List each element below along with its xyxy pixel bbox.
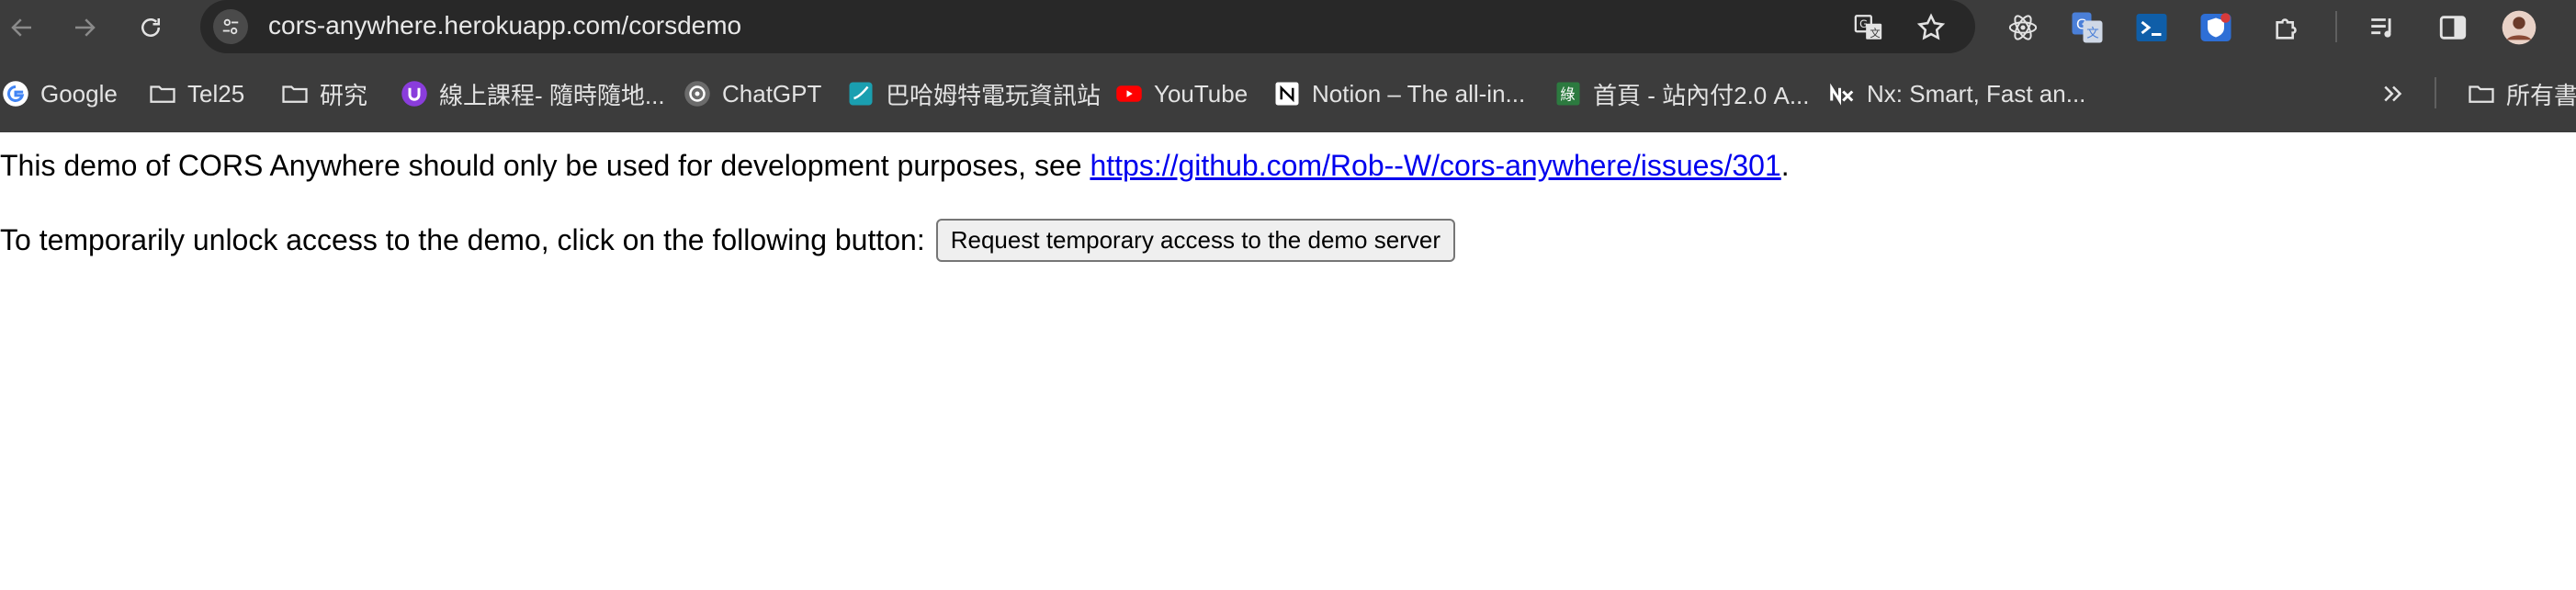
folder-icon (149, 80, 176, 108)
translate-button[interactable]: G文 (1848, 7, 1889, 48)
toolbar-divider (2335, 11, 2337, 42)
notice-paragraph: This demo of CORS Anywhere should only b… (0, 149, 1790, 183)
bookmark-label: Tel25 (187, 79, 245, 108)
bookmarks-bar: Google Tel25 研究 線上課程- 隨時隨地... ChatGPT 巴哈… (0, 55, 2576, 133)
profile-avatar (2502, 10, 2536, 45)
side-panel-button[interactable] (2433, 7, 2473, 48)
bookmark-item[interactable]: 綠 首頁 - 站內付2.0 A... (1554, 74, 1810, 114)
svg-text:綠: 綠 (1560, 85, 1575, 103)
arrow-right-icon (75, 18, 96, 37)
side-panel-icon (2439, 16, 2467, 40)
unlock-text: To temporarily unlock access to the demo… (0, 223, 925, 256)
bookmarks-overflow-button[interactable] (2379, 74, 2407, 114)
bookmarks-divider (2435, 77, 2436, 108)
bahamut-icon (847, 80, 875, 108)
bookmark-item[interactable]: ChatGPT (684, 74, 821, 114)
star-icon (1916, 13, 1946, 40)
arrow-left-icon (11, 18, 31, 37)
bookmark-label: ChatGPT (722, 79, 822, 108)
terminal-extension-button[interactable] (2131, 7, 2172, 48)
reload-button[interactable] (132, 9, 169, 46)
bookmark-star-button[interactable] (1911, 7, 1951, 48)
tune-icon (222, 18, 239, 35)
extensions-button[interactable] (2267, 7, 2308, 48)
bookmark-label: 研究 (320, 81, 368, 109)
translate-icon: G文 (1854, 15, 1882, 40)
profile-button[interactable] (2499, 7, 2539, 48)
terminal-icon (2136, 14, 2167, 41)
bookmark-item[interactable]: Google (2, 74, 118, 114)
bookmark-label: Google (40, 79, 118, 108)
browser-toolbar: cors-anywhere.herokuapp.com/corsdemo G文 … (0, 0, 2576, 55)
all-bookmarks-label: 所有書 (2506, 81, 2576, 109)
bookmark-label: YouTube (1154, 79, 1248, 108)
chevron-double-right-icon (2379, 80, 2407, 108)
bookmark-item[interactable]: Nx: Smart, Fast an... (1828, 74, 2085, 114)
bookmark-label: Notion – The all-in... (1312, 79, 1526, 108)
react-devtools-button[interactable] (2003, 7, 2043, 48)
address-bar[interactable]: cors-anywhere.herokuapp.com/corsdemo G文 (200, 0, 1975, 53)
puzzle-extensions-icon (2276, 18, 2297, 40)
bookmark-item[interactable]: 巴哈姆特電玩資訊站 (847, 74, 1101, 114)
youtube-icon (1115, 80, 1143, 108)
nx-icon (1828, 80, 1856, 108)
back-button[interactable] (4, 9, 40, 46)
all-bookmarks-folder[interactable]: 所有書 (2468, 74, 2576, 114)
google-translate-icon: G文 (2072, 12, 2103, 43)
folder-icon (2468, 80, 2495, 108)
reading-list-icon (2371, 18, 2391, 38)
bookmark-label: Nx: Smart, Fast an... (1867, 79, 2086, 108)
google-icon (2, 80, 29, 108)
shield-extension-button[interactable] (2196, 7, 2236, 48)
bookmark-label: 線上課程- 隨時隨地... (439, 81, 665, 109)
request-access-button[interactable]: Request temporary access to the demo ser… (935, 219, 1455, 262)
chatgpt-icon (684, 80, 711, 108)
svg-text:文: 文 (2086, 27, 2099, 41)
bookmark-folder[interactable]: Tel25 (149, 74, 244, 114)
bookmark-label: 巴哈姆特電玩資訊站 (886, 81, 1102, 109)
react-devtools-icon (2008, 15, 2038, 40)
folder-icon (281, 80, 309, 108)
reload-icon (141, 18, 160, 37)
bookmark-item[interactable]: 線上課程- 隨時隨地... (401, 74, 665, 114)
notice-suffix: . (1780, 149, 1790, 182)
forward-button[interactable] (66, 9, 103, 46)
bookmark-item[interactable]: YouTube (1115, 74, 1248, 114)
bookmark-item[interactable]: Notion – The all-in... (1273, 74, 1525, 114)
bookmark-folder[interactable]: 研究 (281, 74, 367, 114)
reading-list-button[interactable] (2363, 7, 2403, 48)
issue-link[interactable]: https://github.com/Rob--W/cors-anywhere/… (1090, 149, 1780, 182)
site-icon: 綠 (1554, 80, 1582, 108)
bookmark-label: 首頁 - 站內付2.0 A... (1593, 81, 1810, 109)
unlock-paragraph: To temporarily unlock access to the demo… (0, 219, 1455, 262)
course-site-icon (401, 80, 428, 108)
svg-text:文: 文 (1870, 27, 1880, 40)
notion-icon (1273, 80, 1301, 108)
url-text[interactable]: cors-anywhere.herokuapp.com/corsdemo (268, 11, 741, 40)
page-content: This demo of CORS Anywhere should only b… (0, 132, 2576, 590)
site-info-button[interactable] (213, 9, 248, 44)
notice-text: This demo of CORS Anywhere should only b… (0, 149, 1090, 182)
google-translate-button[interactable]: G文 (2067, 7, 2107, 48)
shield-extension-icon (2200, 13, 2231, 41)
